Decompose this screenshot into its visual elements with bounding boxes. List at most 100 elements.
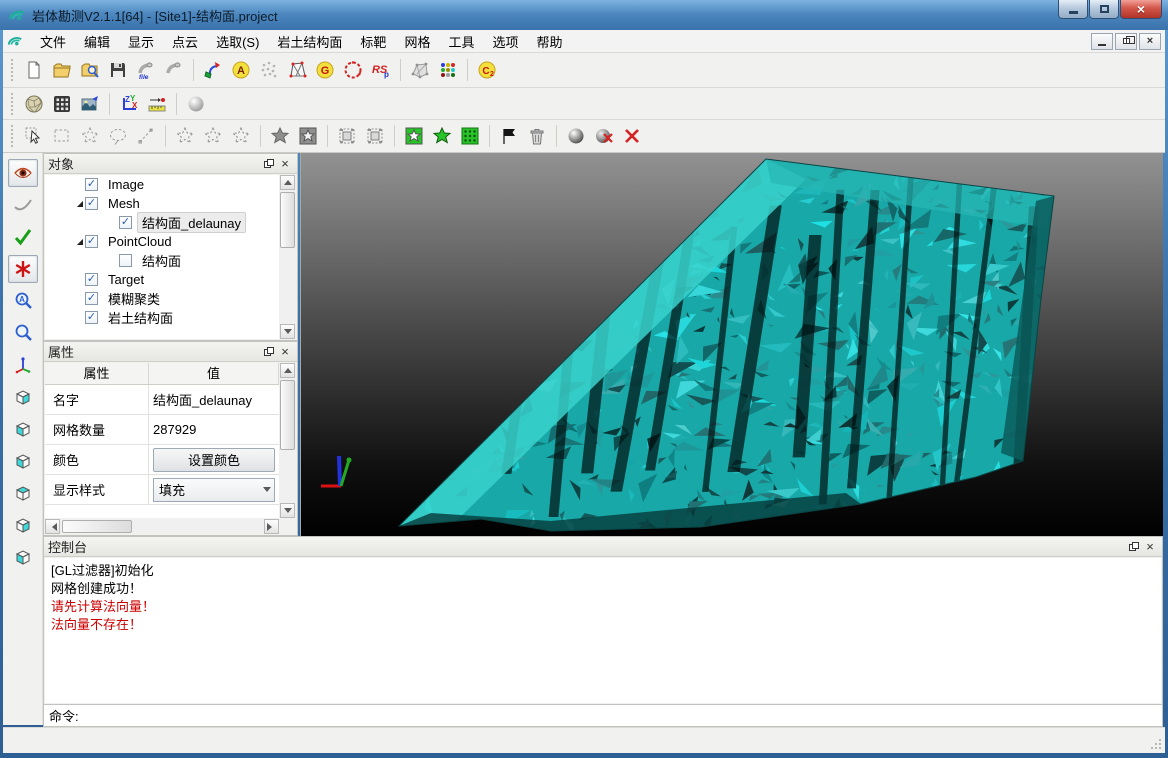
expander-icon[interactable]: ◢ [75, 237, 85, 246]
scroll-right-icon[interactable] [264, 519, 279, 534]
new-file-button[interactable] [20, 57, 48, 83]
visibility-checkbox[interactable]: ✓ [85, 292, 98, 305]
properties-panel-close-button[interactable]: × [277, 345, 293, 359]
menu-item[interactable]: 帮助 [527, 29, 571, 54]
close-button[interactable]: × [1120, 0, 1162, 19]
menu-item[interactable]: 岩土结构面 [268, 29, 351, 54]
sphere-delete-button[interactable] [590, 123, 618, 149]
rsp-tool-button[interactable]: RSp [367, 57, 395, 83]
tree-item-模糊聚类[interactable]: ✓模糊聚类 [45, 289, 279, 308]
scroll-down-icon[interactable] [280, 503, 295, 518]
object-panel-close-button[interactable]: × [277, 157, 293, 171]
visibility-checkbox[interactable] [119, 254, 132, 267]
save-button[interactable] [104, 57, 132, 83]
axes-zyx-button[interactable]: ZYX [115, 91, 143, 117]
sphere-render-button[interactable] [182, 91, 210, 117]
object-panel-float-button[interactable] [261, 157, 277, 171]
tree-item-Image[interactable]: ✓Image [45, 175, 279, 194]
resize-grip[interactable] [1150, 738, 1163, 751]
maximize-button[interactable] [1089, 0, 1119, 19]
properties-scrollbar-vertical[interactable] [279, 363, 296, 518]
viewport-3d[interactable] [300, 153, 1163, 536]
scroll-down-icon[interactable] [280, 324, 295, 339]
console-panel-close-button[interactable]: × [1142, 540, 1158, 554]
tree-item-Mesh[interactable]: ◢✓Mesh [45, 194, 279, 213]
segment-grid-button[interactable] [456, 123, 484, 149]
select-rect-button[interactable] [48, 123, 76, 149]
flag-button[interactable] [495, 123, 523, 149]
star-solid-button[interactable] [266, 123, 294, 149]
mesh-points-button[interactable] [406, 57, 434, 83]
menu-item[interactable]: 标靶 [351, 29, 395, 54]
scroll-up-icon[interactable] [280, 175, 295, 190]
select-cursor-button[interactable] [20, 123, 48, 149]
mdi-minimize-button[interactable] [1091, 33, 1113, 50]
menu-item[interactable]: 选取(S) [207, 29, 268, 54]
axes-triad-button[interactable] [8, 351, 38, 379]
tree-item-Target[interactable]: ✓Target [45, 270, 279, 289]
curve-tool-button[interactable] [8, 191, 38, 219]
view-cube-6-button[interactable] [8, 543, 38, 571]
c2-tool-button[interactable]: C2 [473, 57, 501, 83]
star-box-button[interactable] [294, 123, 322, 149]
sphere-dark-button[interactable] [562, 123, 590, 149]
crop-inside-button[interactable] [333, 123, 361, 149]
confirm-check-button[interactable] [8, 223, 38, 251]
toolbar-grip[interactable] [11, 59, 16, 81]
properties-scrollbar-horizontal[interactable] [45, 519, 279, 534]
tree-item-PointCloud[interactable]: ◢✓PointCloud [45, 232, 279, 251]
view-cube-1-button[interactable] [8, 383, 38, 411]
visibility-checkbox[interactable]: ✓ [119, 216, 132, 229]
tree-item-结构面_delaunay[interactable]: ✓结构面_delaunay [45, 213, 279, 232]
o-tool-button[interactable] [339, 57, 367, 83]
expander-icon[interactable]: ◢ [75, 199, 85, 208]
globe-mesh-button[interactable] [20, 91, 48, 117]
import-file-button[interactable]: file [132, 57, 160, 83]
measure-distance-button[interactable] [143, 91, 171, 117]
scrollbar-thumb[interactable] [280, 192, 295, 248]
crop-outside-button[interactable] [361, 123, 389, 149]
select-star-add-button[interactable] [199, 123, 227, 149]
grid-view-button[interactable] [48, 91, 76, 117]
minimize-button[interactable] [1058, 0, 1088, 19]
scrollbar-thumb[interactable] [62, 520, 132, 533]
menu-item[interactable]: 显示 [119, 29, 163, 54]
visibility-checkbox[interactable]: ✓ [85, 197, 98, 210]
delete-x-button[interactable] [618, 123, 646, 149]
select-polygon-button[interactable] [76, 123, 104, 149]
open-search-button[interactable] [76, 57, 104, 83]
segment-star-button[interactable] [428, 123, 456, 149]
zoom-label-button[interactable]: A [8, 287, 38, 315]
menu-item[interactable]: 点云 [163, 29, 207, 54]
tree-item-岩土结构面[interactable]: ✓岩土结构面 [45, 308, 279, 327]
visibility-checkbox[interactable]: ✓ [85, 311, 98, 324]
toolbar-grip[interactable] [11, 93, 16, 115]
color-grid-button[interactable] [434, 57, 462, 83]
delete-trash-button[interactable] [523, 123, 551, 149]
segment-keep-button[interactable] [400, 123, 428, 149]
select-star-move-button[interactable] [171, 123, 199, 149]
image-view-button[interactable] [76, 91, 104, 117]
mdi-restore-button[interactable] [1115, 33, 1137, 50]
visibility-eye-button[interactable] [8, 159, 38, 187]
g-tool-button[interactable]: G [311, 57, 339, 83]
properties-panel-float-button[interactable] [261, 345, 277, 359]
delaunay-mesh-button[interactable] [283, 57, 311, 83]
zoom-button[interactable] [8, 319, 38, 347]
registration-button[interactable] [199, 57, 227, 83]
set-color-button[interactable]: 设置颜色 [153, 448, 275, 472]
menu-item[interactable]: 编辑 [75, 29, 119, 54]
snap-point-button[interactable] [8, 255, 38, 283]
display-style-dropdown[interactable]: 填充 [153, 478, 275, 502]
view-cube-2-button[interactable] [8, 415, 38, 443]
menu-item[interactable]: 网格 [395, 29, 439, 54]
select-line-button[interactable] [132, 123, 160, 149]
open-file-button[interactable] [48, 57, 76, 83]
scroll-up-icon[interactable] [280, 363, 295, 378]
scroll-left-icon[interactable] [45, 519, 60, 534]
visibility-checkbox[interactable]: ✓ [85, 178, 98, 191]
view-cube-3-button[interactable] [8, 447, 38, 475]
terrain-mesh[interactable] [301, 153, 1163, 536]
visibility-checkbox[interactable]: ✓ [85, 235, 98, 248]
import-tool-button[interactable] [160, 57, 188, 83]
